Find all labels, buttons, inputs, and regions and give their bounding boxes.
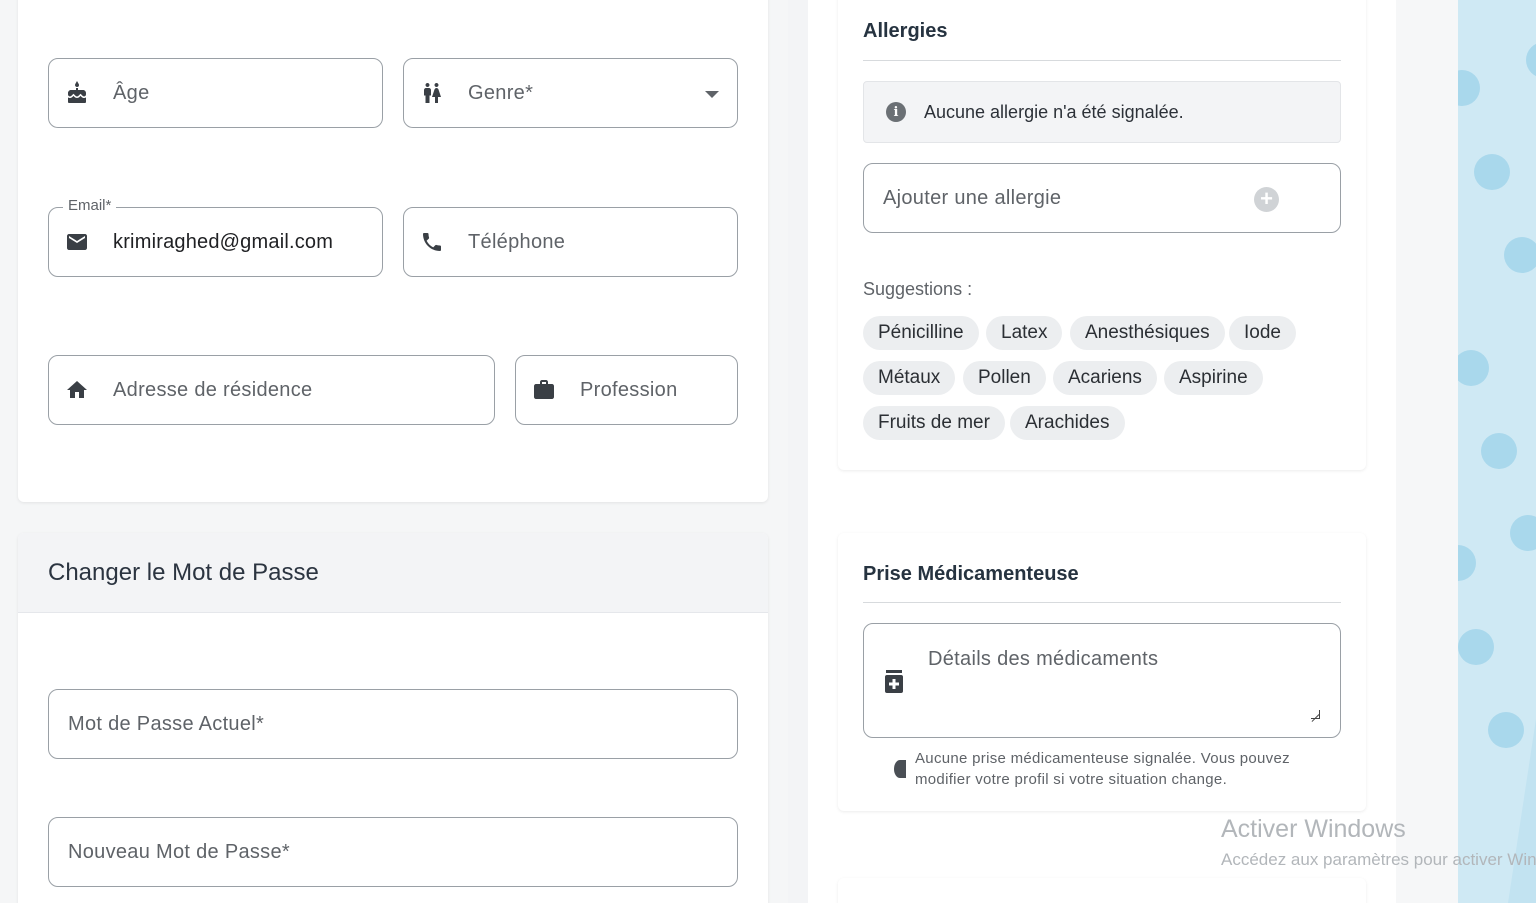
phone-field[interactable]: Téléphone — [403, 207, 738, 277]
change-password-title: Changer le Mot de Passe — [48, 559, 319, 586]
suggestion-chip[interactable]: Aspirine — [1164, 361, 1263, 395]
mail-icon — [65, 230, 89, 254]
medication-divider — [863, 602, 1341, 603]
gender-placeholder: Genre* — [468, 81, 534, 104]
suggestion-chip[interactable]: Pénicilline — [863, 316, 979, 350]
add-allergy-field[interactable]: Ajouter une allergie + — [863, 163, 1341, 233]
allergies-card: Allergies i Aucune allergie n'a été sign… — [838, 0, 1366, 470]
current-password-field[interactable]: Mot de Passe Actuel* — [48, 689, 738, 759]
suggestion-chip[interactable]: Pollen — [963, 361, 1046, 395]
no-allergy-alert: i Aucune allergie n'a été signalée. — [863, 81, 1341, 143]
medication-title: Prise Médicamenteuse — [863, 563, 1079, 585]
change-password-header: Changer le Mot de Passe — [18, 533, 768, 613]
info-icon: i — [886, 102, 906, 122]
decorative-panel — [1458, 0, 1536, 903]
age-placeholder: Âge — [113, 81, 150, 104]
new-password-field[interactable]: Nouveau Mot de Passe* — [48, 817, 738, 887]
gutter — [1396, 0, 1458, 903]
briefcase-icon — [532, 378, 556, 402]
suggestion-chip[interactable]: Latex — [986, 316, 1063, 350]
profession-placeholder: Profession — [580, 378, 678, 401]
email-label: Email* — [63, 197, 117, 214]
suggestion-chip[interactable]: Iode — [1229, 316, 1296, 350]
home-icon — [65, 378, 89, 402]
suggestions-label: Suggestions : — [863, 279, 973, 299]
gender-select[interactable]: Genre* — [403, 58, 738, 128]
info-icon — [894, 760, 906, 778]
age-field[interactable]: Âge — [48, 58, 383, 128]
allergies-divider — [863, 60, 1341, 61]
profession-field[interactable]: Profession — [515, 355, 738, 425]
cake-icon — [65, 81, 89, 105]
resize-handle-icon[interactable] — [1311, 710, 1320, 719]
change-password-card: Changer le Mot de Passe Mot de Passe Act… — [18, 533, 768, 903]
address-placeholder: Adresse de résidence — [113, 378, 313, 401]
suggestion-chip[interactable]: Acariens — [1053, 361, 1157, 395]
email-field[interactable]: Email* krimiraghed@gmail.com — [48, 197, 383, 277]
suggestion-chip[interactable]: Fruits de mer — [863, 406, 1005, 440]
plus-circle-icon[interactable]: + — [1254, 187, 1279, 212]
add-allergy-placeholder: Ajouter une allergie — [883, 186, 1062, 209]
next-card — [838, 878, 1366, 903]
new-password-placeholder: Nouveau Mot de Passe* — [68, 840, 290, 863]
phone-icon — [420, 230, 444, 254]
medication-details-placeholder: Détails des médicaments — [928, 648, 1159, 670]
address-field[interactable]: Adresse de résidence — [48, 355, 495, 425]
medication-icon — [884, 670, 904, 699]
windows-activation-watermark: Activer Windows Accédez aux paramètres p… — [1221, 815, 1536, 870]
suggestion-chip[interactable]: Arachides — [1010, 406, 1125, 440]
allergies-title: Allergies — [863, 20, 948, 42]
current-password-placeholder: Mot de Passe Actuel* — [68, 712, 265, 735]
watermark-subtitle: Accédez aux paramètres pour activer Wind… — [1221, 850, 1536, 869]
phone-placeholder: Téléphone — [468, 230, 566, 253]
suggestion-chip[interactable]: Métaux — [863, 361, 956, 395]
watermark-title: Activer Windows — [1221, 815, 1406, 843]
suggestion-chip[interactable]: Anesthésiques — [1070, 316, 1225, 350]
no-allergy-message: Aucune allergie n'a été signalée. — [924, 101, 1184, 122]
personal-info-card: Âge Genre* Email* krimiraghed@gmail.com … — [18, 0, 768, 502]
medication-hint: Aucune prise médicamenteuse signalée. Vo… — [915, 750, 1290, 788]
people-icon — [420, 81, 444, 105]
medication-card: Prise Médicamenteuse Détails des médicam… — [838, 533, 1366, 811]
email-value: krimiraghed@gmail.com — [113, 230, 334, 253]
medication-details-textarea[interactable]: Détails des médicaments — [863, 623, 1341, 738]
chevron-down-icon[interactable] — [705, 91, 719, 98]
